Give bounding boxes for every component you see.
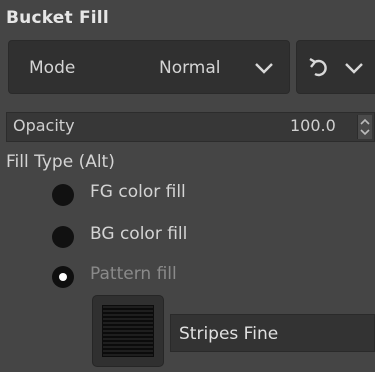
pattern-picker-button[interactable]	[92, 295, 164, 367]
opacity-slider[interactable]: Opacity 100.0	[6, 112, 375, 142]
mode-value: Normal	[159, 58, 221, 78]
reset-icon	[309, 57, 327, 77]
pattern-name-text: Stripes Fine	[179, 324, 279, 344]
radio-button[interactable]	[52, 184, 74, 206]
panel-title: Bucket Fill	[6, 8, 109, 28]
spinner-arrows-icon	[360, 118, 370, 136]
radio-label: BG color fill	[90, 224, 188, 244]
tool-options-panel: Bucket Fill Mode Normal Opacity 100.0 Fi…	[0, 0, 375, 372]
mode-dropdown[interactable]: Mode Normal	[8, 40, 290, 94]
pattern-preview	[102, 305, 154, 357]
radio-label: Pattern fill	[90, 264, 177, 284]
mode-reset-dropdown[interactable]	[296, 40, 375, 94]
opacity-value[interactable]: 100.0	[290, 116, 336, 135]
radio-button-selected[interactable]	[52, 266, 74, 288]
mode-label: Mode	[29, 58, 76, 78]
chevron-down-icon	[345, 63, 363, 74]
radio-label: FG color fill	[90, 182, 186, 202]
chevron-down-icon	[255, 63, 273, 74]
radio-button[interactable]	[52, 226, 74, 248]
opacity-label: Opacity	[13, 116, 75, 135]
opacity-spinner[interactable]	[357, 115, 372, 139]
fill-type-label: Fill Type (Alt)	[6, 152, 115, 172]
pattern-name-field[interactable]: Stripes Fine	[170, 314, 375, 352]
